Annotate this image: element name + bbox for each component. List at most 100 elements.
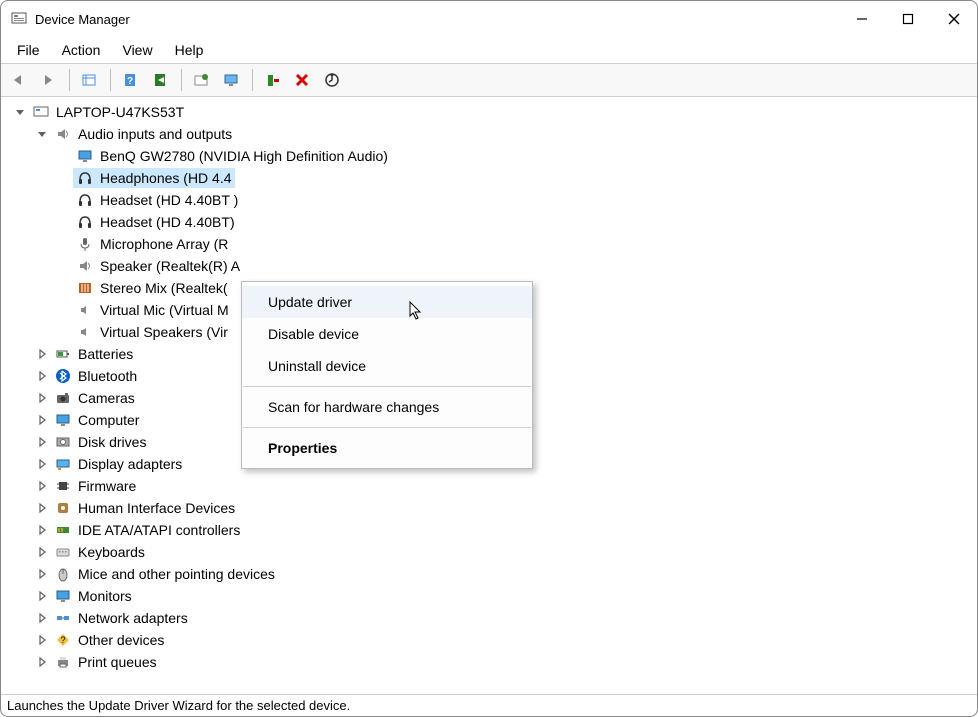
tree-category[interactable]: Human Interface Devices	[9, 497, 977, 519]
tree-device[interactable]: Microphone Array (R	[9, 233, 977, 255]
status-text: Launches the Update Driver Wizard for th…	[7, 698, 350, 713]
network-icon	[54, 609, 72, 627]
tree-item-label: Speaker (Realtek(R) A	[100, 255, 240, 277]
hid-icon	[54, 499, 72, 517]
tree-item-label: Headphones (HD 4.4	[100, 167, 232, 189]
svg-text:?: ?	[60, 635, 65, 645]
chevron-right-icon[interactable]	[35, 391, 49, 405]
menu-help[interactable]: Help	[165, 40, 214, 60]
remove-button[interactable]	[289, 67, 317, 93]
computer-root-icon	[32, 103, 50, 121]
window-title: Device Manager	[35, 12, 130, 27]
svg-text:?: ?	[127, 76, 133, 87]
title-bar: Device Manager	[1, 1, 977, 37]
context-menu: Update driverDisable deviceUninstall dev…	[241, 281, 533, 469]
tree-category[interactable]: Print queues	[9, 651, 977, 673]
tree-category[interactable]: Monitors	[9, 585, 977, 607]
monitor-icon	[54, 587, 72, 605]
tree-item-label: Human Interface Devices	[78, 497, 235, 519]
chevron-right-icon[interactable]	[35, 567, 49, 581]
chevron-right-icon[interactable]	[35, 655, 49, 669]
tree-category[interactable]: Network adapters	[9, 607, 977, 629]
speaker-sm-icon	[76, 323, 94, 341]
chevron-right-icon[interactable]	[35, 589, 49, 603]
tree-item-label: Monitors	[78, 585, 132, 607]
chevron-right-icon[interactable]	[35, 633, 49, 647]
microphone-icon	[76, 235, 94, 253]
context-menu-item[interactable]: Update driver	[242, 286, 532, 318]
chevron-down-icon[interactable]	[13, 105, 27, 119]
chevron-right-icon[interactable]	[35, 545, 49, 559]
speaker-sm-icon	[76, 301, 94, 319]
tree-item-label: Stereo Mix (Realtek(	[100, 277, 228, 299]
tree-item-label: Audio inputs and outputs	[78, 123, 232, 145]
chevron-right-icon[interactable]	[35, 501, 49, 515]
chevron-right-icon[interactable]	[35, 479, 49, 493]
show-hidden-button[interactable]	[76, 67, 104, 93]
tree-item-label: Network adapters	[78, 607, 188, 629]
chevron-right-icon[interactable]	[35, 347, 49, 361]
chip-icon	[54, 477, 72, 495]
tree-item-label: Virtual Speakers (Vir	[100, 321, 228, 343]
tree-device[interactable]: Headphones (HD 4.4	[9, 167, 977, 189]
speaker-icon	[76, 257, 94, 275]
maximize-button[interactable]	[885, 1, 931, 37]
camera-icon	[54, 389, 72, 407]
tree-root[interactable]: LAPTOP-U47KS53T	[9, 101, 977, 123]
keyboard-icon	[54, 543, 72, 561]
action-button[interactable]	[147, 67, 175, 93]
tree-item-label: Batteries	[78, 343, 133, 365]
tree-item-label: IDE ATA/ATAPI controllers	[78, 519, 240, 541]
menu-view[interactable]: View	[112, 40, 162, 60]
tree-item-label: LAPTOP-U47KS53T	[56, 101, 184, 123]
context-menu-item[interactable]: Scan for hardware changes	[242, 391, 532, 423]
scan-button[interactable]	[188, 67, 216, 93]
chevron-down-icon[interactable]	[35, 127, 49, 141]
tree-device[interactable]: Speaker (Realtek(R) A	[9, 255, 977, 277]
display-adapter-icon	[54, 455, 72, 473]
chevron-right-icon[interactable]	[35, 523, 49, 537]
chevron-right-icon[interactable]	[35, 611, 49, 625]
menu-action[interactable]: Action	[52, 40, 111, 60]
minimize-button[interactable]	[839, 1, 885, 37]
status-bar: Launches the Update Driver Wizard for th…	[1, 694, 977, 716]
tree-category[interactable]: Firmware	[9, 475, 977, 497]
tree-category[interactable]: ?Other devices	[9, 629, 977, 651]
context-menu-item[interactable]: Disable device	[242, 318, 532, 350]
menu-file[interactable]: File	[7, 40, 50, 60]
tree-category[interactable]: Mice and other pointing devices	[9, 563, 977, 585]
tree-item-label: Bluetooth	[78, 365, 137, 387]
monitor-button[interactable]	[218, 67, 246, 93]
context-menu-item[interactable]: Properties	[242, 432, 532, 464]
update-driver-button[interactable]	[259, 67, 287, 93]
context-menu-separator	[243, 427, 531, 428]
help-button[interactable]: ?	[117, 67, 145, 93]
chevron-right-icon[interactable]	[35, 435, 49, 449]
mouse-icon	[54, 565, 72, 583]
chevron-right-icon[interactable]	[35, 369, 49, 383]
tree-device[interactable]: BenQ GW2780 (NVIDIA High Definition Audi…	[9, 145, 977, 167]
forward-button[interactable]	[35, 67, 63, 93]
tree-item-label: Headset (HD 4.40BT )	[100, 189, 238, 211]
tree-category[interactable]: Keyboards	[9, 541, 977, 563]
headphones-icon	[76, 191, 94, 209]
toolbar-separator	[252, 69, 253, 91]
tree-category[interactable]: IDE ATA/ATAPI controllers	[9, 519, 977, 541]
tree-device[interactable]: Headset (HD 4.40BT)	[9, 211, 977, 233]
chevron-right-icon[interactable]	[35, 457, 49, 471]
driver-update-button[interactable]	[319, 67, 347, 93]
context-menu-item[interactable]: Uninstall device	[242, 350, 532, 382]
device-tree[interactable]: LAPTOP-U47KS53TAudio inputs and outputsB…	[1, 97, 977, 694]
tree-item-label: Firmware	[78, 475, 136, 497]
back-button[interactable]	[5, 67, 33, 93]
tree-category-audio[interactable]: Audio inputs and outputs	[9, 123, 977, 145]
headphones-icon	[76, 213, 94, 231]
chevron-right-icon[interactable]	[35, 413, 49, 427]
mixer-icon	[76, 279, 94, 297]
app-icon	[11, 11, 27, 27]
tree-device[interactable]: Headset (HD 4.40BT )	[9, 189, 977, 211]
tree-item-label: Disk drives	[78, 431, 146, 453]
close-button[interactable]	[931, 1, 977, 37]
tree-item-label: Headset (HD 4.40BT)	[100, 211, 235, 233]
toolbar-separator	[69, 69, 70, 91]
